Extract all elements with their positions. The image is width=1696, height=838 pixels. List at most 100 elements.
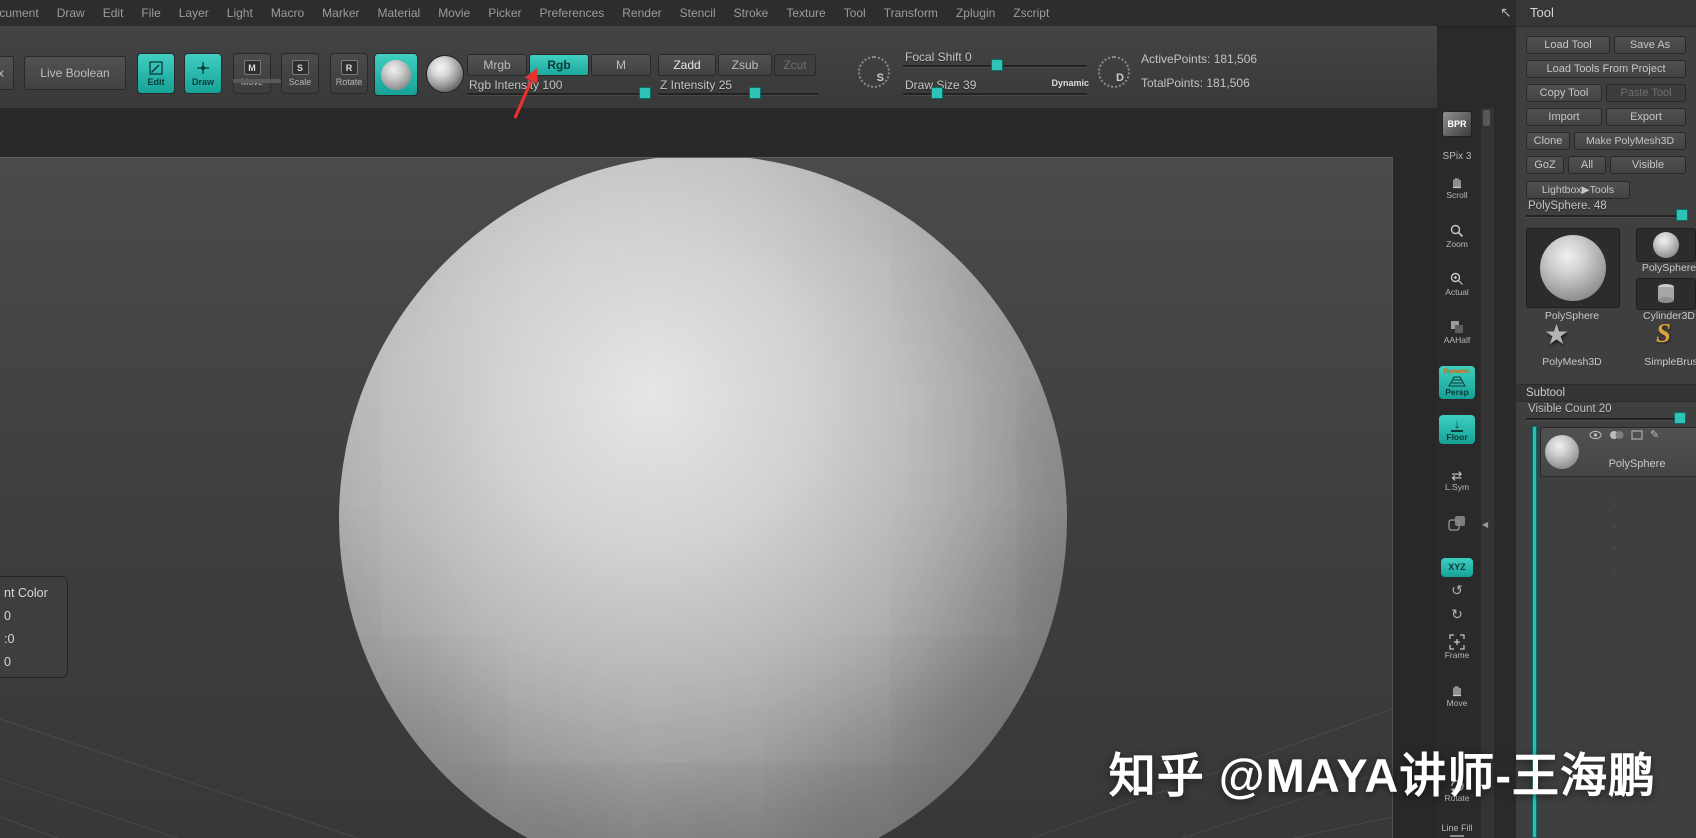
dynamic-label[interactable]: Dynamic [1051, 78, 1089, 88]
document-viewport[interactable] [0, 157, 1393, 838]
visible-count-slider[interactable]: Visible Count 20 [1526, 403, 1686, 424]
menu-item-document[interactable]: Document [0, 6, 39, 20]
edit-button[interactable]: Edit [137, 53, 175, 94]
zsub-button[interactable]: Zsub [718, 54, 772, 76]
depth-icon[interactable]: D [1098, 56, 1130, 88]
subtool-brush-icon[interactable]: ✎ [1650, 430, 1659, 441]
actual-button[interactable]: Actual [1439, 271, 1475, 297]
polysphere-tool-thumbnail[interactable] [1636, 228, 1696, 262]
menu-item-render[interactable]: Render [622, 6, 661, 20]
subtool-section-header[interactable]: Subtool [1516, 384, 1696, 402]
menu-item-preferences[interactable]: Preferences [540, 6, 605, 20]
panel-divider-scrollbar[interactable]: ◀ [1480, 108, 1495, 838]
cylinder3d-tool-thumbnail[interactable] [1636, 278, 1696, 310]
menu-item-macro[interactable]: Macro [271, 6, 304, 20]
current-material-button[interactable] [426, 55, 464, 93]
goz-visible-button[interactable]: Visible [1610, 156, 1686, 174]
focal-shift-slider[interactable]: Focal Shift 0 [903, 50, 1087, 71]
spin-left-icon: ↺ [1451, 582, 1463, 598]
menu-item-picker[interactable]: Picker [488, 6, 521, 20]
focal-shift-handle[interactable] [991, 59, 1004, 71]
move-button[interactable]: M Move [233, 53, 271, 94]
subtool-spheres-icon[interactable] [1609, 430, 1624, 440]
current-brush-button[interactable] [374, 53, 418, 96]
subtool-frame-icon[interactable] [1631, 430, 1643, 440]
menu-item-stroke[interactable]: Stroke [734, 6, 769, 20]
menu-item-movie[interactable]: Movie [438, 6, 470, 20]
watermark: 知乎 @MAYA讲师-王海鹏 [1108, 749, 1656, 802]
active-tool-slider-handle[interactable] [1676, 209, 1688, 221]
scroll-button[interactable]: Scroll [1439, 174, 1475, 200]
spix-slider[interactable]: SPix 3 [1439, 152, 1475, 162]
visible-count-handle[interactable] [1674, 412, 1686, 424]
goz-all-button[interactable]: All [1568, 156, 1606, 174]
menu-item-zplugin[interactable]: Zplugin [956, 6, 995, 20]
menubar: Document Draw Edit File Layer Light Macr… [0, 0, 1516, 27]
bpr-button[interactable]: BPR [1439, 111, 1475, 137]
draw-button[interactable]: Draw [184, 53, 222, 94]
floor-button[interactable]: ↓ Floor [1439, 415, 1475, 444]
stroke-icon[interactable]: S [858, 56, 890, 88]
menu-item-stencil[interactable]: Stencil [680, 6, 716, 20]
menu-item-layer[interactable]: Layer [179, 6, 209, 20]
load-tool-button[interactable]: Load Tool [1526, 36, 1610, 54]
menu-item-draw[interactable]: Draw [57, 6, 85, 20]
live-boolean-button[interactable]: Live Boolean [24, 56, 126, 90]
zoom-button[interactable]: Zoom [1439, 223, 1475, 249]
shelf-scrollbar[interactable] [233, 79, 281, 83]
menu-item-material[interactable]: Material [378, 6, 421, 20]
rgb-intensity-handle[interactable] [639, 87, 651, 99]
active-tool-thumbnail[interactable] [1526, 228, 1620, 308]
divider-collapse-icon[interactable]: ◀ [1482, 520, 1488, 529]
aahalf-button[interactable]: AAHalf [1439, 319, 1475, 345]
palette-grab-icon[interactable]: ↖ [1500, 4, 1512, 21]
rgb-intensity-slider[interactable]: Rgb Intensity 100 [467, 78, 651, 99]
local-symmetry-button[interactable]: ⇄ L.Sym [1439, 469, 1475, 492]
m-button[interactable]: M [591, 54, 651, 76]
xyz-symmetry-button[interactable]: XYZ [1441, 558, 1473, 577]
draw-size-value: 39 [963, 78, 977, 92]
zcut-button[interactable]: Zcut [774, 54, 816, 76]
scale-button[interactable]: S Scale [281, 53, 319, 94]
persp-button[interactable]: Dynamic Persp [1439, 366, 1475, 399]
active-tool-slider[interactable]: PolySphere. 48 [1526, 200, 1688, 221]
spin-left-button[interactable]: ↺ [1439, 582, 1475, 598]
line-fill-button[interactable]: Line Fill [1439, 824, 1475, 838]
divider-grip[interactable] [1483, 110, 1490, 126]
menu-item-marker[interactable]: Marker [322, 6, 359, 20]
make-polymesh3d-button[interactable]: Make PolyMesh3D [1574, 132, 1686, 150]
menu-item-zscript[interactable]: Zscript [1013, 6, 1049, 20]
menu-item-light[interactable]: Light [227, 6, 253, 20]
menu-item-tool[interactable]: Tool [844, 6, 866, 20]
copy-tool-button[interactable]: Copy Tool [1526, 84, 1602, 102]
goz-button[interactable]: GoZ [1526, 156, 1564, 174]
paste-tool-button[interactable]: Paste Tool [1606, 84, 1686, 102]
z-intensity-slider[interactable]: Z Intensity 25 [658, 78, 818, 99]
export-button[interactable]: Export [1606, 108, 1686, 126]
subtool-list-item[interactable]: ✎ PolySphere [1540, 427, 1696, 477]
menu-item-texture[interactable]: Texture [786, 6, 825, 20]
lightbox-tools-button[interactable]: Lightbox▶Tools [1526, 181, 1630, 199]
partial-left-button[interactable]: x [0, 56, 14, 90]
canvas-area[interactable] [0, 108, 1437, 838]
save-as-button[interactable]: Save As [1614, 36, 1686, 54]
clone-button[interactable]: Clone [1526, 132, 1570, 150]
load-tools-from-project-button[interactable]: Load Tools From Project [1526, 60, 1686, 78]
spin-right-button[interactable]: ↻ [1439, 606, 1475, 622]
simplebrush-icon[interactable]: S [1656, 318, 1671, 348]
transparency-button[interactable] [1439, 515, 1475, 532]
subtool-eye-icon[interactable] [1589, 430, 1602, 440]
zadd-button[interactable]: Zadd [658, 54, 716, 76]
z-intensity-handle[interactable] [749, 87, 762, 99]
tool-palette-header[interactable]: Tool [1516, 0, 1696, 27]
polymesh3d-star-icon[interactable]: ★ [1544, 320, 1569, 350]
menu-item-edit[interactable]: Edit [103, 6, 124, 20]
frame-button[interactable]: Frame [1439, 634, 1475, 660]
draw-size-slider[interactable]: Draw Size 39 Dynamic [903, 78, 1089, 99]
menu-item-file[interactable]: File [141, 6, 160, 20]
import-button[interactable]: Import [1526, 108, 1602, 126]
menu-item-transform[interactable]: Transform [884, 6, 938, 20]
rotate-button[interactable]: R Rotate [330, 53, 368, 94]
move-canvas-button[interactable]: Move [1439, 682, 1475, 708]
draw-size-handle[interactable] [930, 87, 943, 99]
